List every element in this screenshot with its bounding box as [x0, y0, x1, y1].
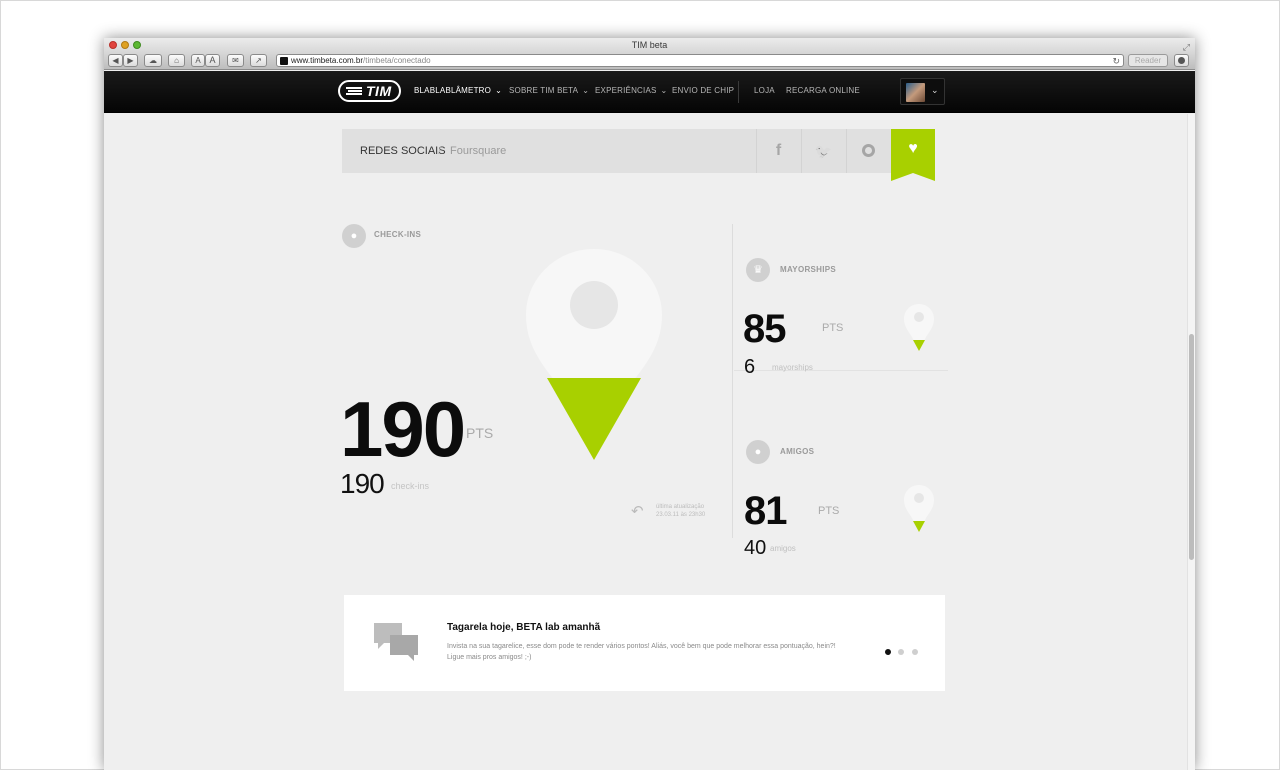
reader-button[interactable]: Reader — [1128, 54, 1168, 67]
mail-button[interactable]: ✉ — [227, 54, 244, 67]
mail-icon: ✉ — [232, 56, 239, 65]
mayorships-count: 6 — [744, 356, 756, 378]
chevron-down-icon: ⌄ — [495, 86, 502, 95]
logo-text: TIM — [366, 83, 392, 99]
carousel-dot[interactable] — [898, 649, 905, 655]
banner-text: Invista na sua tagarelice, esse dom pode… — [447, 643, 836, 661]
nav-item-label: EXPERIÊNCIAS — [595, 86, 657, 95]
nav-item-loja[interactable]: LOJA — [754, 86, 775, 95]
tim-logo-stripes-icon — [346, 87, 362, 95]
last-update-date: 23.03.11 às 23h30 — [656, 512, 706, 518]
nav-item-envio-de-chip[interactable]: ENVIO DE CHIP — [672, 86, 734, 95]
carousel-dot[interactable] — [885, 649, 891, 655]
ring-icon — [862, 144, 875, 158]
mayorships-label: MAYORSHIPS — [780, 265, 837, 274]
chevron-down-icon: ⌄ — [931, 85, 939, 95]
home-icon: ⌂ — [174, 56, 179, 65]
icloud-button[interactable]: ☁ — [144, 54, 162, 67]
tab-foursquare[interactable]: ♥ — [891, 129, 935, 181]
scrollbar-thumb[interactable] — [1189, 334, 1194, 560]
address-bar[interactable]: www.timbeta.com.br/timbeta/conectado ↻ — [276, 54, 1124, 67]
breadcrumb-current: Foursquare — [450, 145, 507, 157]
share-button[interactable]: ↗ — [250, 54, 267, 67]
tim-logo[interactable]: TIM — [338, 80, 401, 102]
mayorships-points-unit: PTS — [822, 322, 844, 334]
avatar — [906, 83, 925, 102]
chevron-down-icon: ⌄ — [660, 86, 668, 95]
zoom-window-button[interactable] — [133, 41, 141, 49]
nav-divider — [738, 81, 739, 103]
last-update-label: última atualização — [656, 504, 705, 510]
friends-count: 40 — [744, 537, 767, 559]
nav-item-blablablametro[interactable]: BLABLABLÂMETRO ⌄ — [414, 86, 502, 95]
checkins-points-unit: PTS — [466, 425, 494, 441]
banner-title: Tagarela hoje, BETA lab amanhã — [447, 622, 601, 633]
scrollbar[interactable] — [1187, 114, 1195, 770]
carousel-dots — [885, 642, 921, 660]
text-smaller-button[interactable]: A — [191, 54, 205, 67]
friends-pin-graphic — [904, 485, 934, 532]
crown-icon: ♛ — [746, 258, 770, 282]
browser-window: TIM beta ⤢ ◀ ▶ ☁ ⌂ A A ✉ ↗ www.timbeta.c… — [104, 38, 1195, 770]
friends-label: AMIGOS — [780, 447, 815, 456]
map-pin-icon: ● — [342, 224, 366, 248]
back-button[interactable]: ◀ — [108, 54, 123, 67]
site-navigation: TIM BLABLABLÂMETRO ⌄ SOBRE TIM BETA ⌄ EXPE… — [104, 71, 1195, 113]
nav-item-recarga-online[interactable]: RECARGA ONLINE — [786, 86, 860, 95]
section-divider — [734, 370, 948, 371]
last-update: última atualização 23.03.11 às 23h30 — [656, 503, 705, 519]
friends-points-unit: PTS — [818, 505, 840, 517]
mayorships-pin-graphic — [904, 304, 934, 351]
checkins-points: 190 — [340, 385, 466, 473]
url-host: www.timbeta.com.br — [291, 56, 364, 65]
home-button[interactable]: ⌂ — [168, 54, 185, 67]
window-title: TIM beta — [631, 40, 668, 50]
tab-twitter[interactable]: 🐦 — [801, 129, 845, 173]
tab-orkut[interactable] — [846, 129, 890, 173]
chat-bubbles-icon — [374, 623, 418, 661]
reload-icon[interactable]: ↻ — [1112, 55, 1120, 67]
nav-item-experiencias[interactable]: EXPERIÊNCIAS ⌄ — [595, 86, 667, 95]
friends-count-label: amigos — [770, 544, 796, 553]
checkins-label: CHECK-INS — [374, 230, 422, 239]
minimize-window-button[interactable] — [121, 41, 129, 49]
carousel-dot[interactable] — [911, 649, 918, 655]
cloud-icon: ☁ — [149, 56, 157, 65]
friends-points: 81 — [744, 489, 787, 533]
mayorships-points: 85 — [743, 307, 786, 351]
facebook-icon: f — [775, 142, 782, 159]
favicon-icon — [280, 57, 288, 65]
refresh-icon[interactable]: ↶ — [631, 502, 644, 520]
url-path: /timbeta/conectado — [363, 56, 431, 65]
nav-item-sobre-tim-beta[interactable]: SOBRE TIM BETA ⌄ — [509, 86, 589, 95]
close-window-button[interactable] — [109, 41, 117, 49]
twitter-bird-icon: 🐦 — [814, 143, 833, 159]
nav-item-label: BLABLABLÂMETRO — [414, 86, 492, 95]
checkins-count: 190 — [340, 468, 385, 499]
heart-check-icon: ♥ — [908, 140, 918, 157]
breadcrumb-separator: / — [438, 145, 442, 157]
checkins-count-label: check-ins — [391, 481, 430, 491]
tab-facebook[interactable]: f — [756, 129, 800, 173]
downloads-button[interactable] — [1174, 54, 1189, 67]
title-bar: TIM beta ⤢ — [104, 38, 1195, 52]
share-icon: ↗ — [255, 56, 262, 65]
checkins-pin-graphic — [526, 249, 662, 460]
mayorships-count-label: mayorships — [772, 363, 813, 372]
tip-banner: Tagarela hoje, BETA lab amanhã Invista n… — [344, 595, 945, 691]
breadcrumb-main[interactable]: REDES SOCIAIS — [360, 145, 446, 157]
text-bigger-button[interactable]: A — [205, 54, 220, 67]
nav-item-label: SOBRE TIM BETA — [509, 86, 579, 95]
browser-toolbar: ◀ ▶ ☁ ⌂ A A ✉ ↗ www.timbeta.com.br/timbe… — [104, 52, 1195, 70]
chevron-down-icon: ⌄ — [582, 86, 590, 95]
user-menu[interactable]: ⌄ — [900, 78, 945, 105]
breadcrumb: REDES SOCIAIS / Foursquare f 🐦 ♥ — [342, 129, 935, 181]
user-icon: ● — [746, 440, 770, 464]
forward-button[interactable]: ▶ — [123, 54, 138, 67]
section-divider — [732, 224, 733, 538]
